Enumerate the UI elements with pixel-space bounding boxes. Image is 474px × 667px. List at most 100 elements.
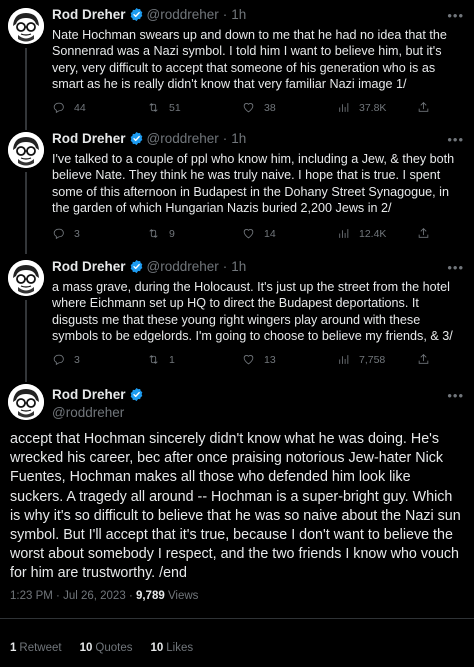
- author-name[interactable]: Rod Dreher: [52, 130, 126, 147]
- retweet-button[interactable]: 1: [147, 353, 242, 366]
- verified-badge-icon: [130, 7, 142, 22]
- quotes-label: Quotes: [95, 642, 133, 654]
- tweet-time: 1:23 PM: [10, 590, 53, 602]
- reply-button[interactable]: 3: [52, 353, 147, 366]
- like-button[interactable]: 13: [242, 353, 337, 366]
- tweet-time[interactable]: 1h: [231, 258, 246, 275]
- more-icon[interactable]: •••: [447, 388, 464, 403]
- avatar[interactable]: [8, 8, 44, 44]
- reply-button[interactable]: 44: [52, 101, 147, 114]
- thread-tweet[interactable]: Rod Dreher @roddreher · 1h ••• I've talk…: [0, 130, 474, 254]
- thread-tweet[interactable]: Rod Dreher @roddreher · 1h ••• a mass gr…: [0, 258, 474, 382]
- retweet-count: 51: [169, 101, 181, 114]
- avatar[interactable]: [8, 260, 44, 296]
- tweet-date: Jul 26, 2023: [63, 590, 126, 602]
- like-count: 38: [264, 101, 276, 114]
- quotes-stat[interactable]: 10 Quotes: [80, 642, 133, 654]
- author-name[interactable]: Rod Dreher: [52, 386, 126, 403]
- avatar[interactable]: [8, 132, 44, 168]
- retweet-icon: [149, 355, 158, 364]
- views-icon: [339, 355, 349, 364]
- views-count: 9,789: [135, 590, 165, 602]
- author-handle[interactable]: @roddreher: [147, 258, 219, 275]
- reply-button[interactable]: 3: [52, 227, 147, 240]
- verified-badge-icon: [130, 387, 142, 402]
- main-tweet-text: accept that Hochman sincerely didn't kno…: [10, 431, 461, 582]
- tweet-timestamp[interactable]: 1:23 PM · Jul 26, 2023 · 9,789 Views: [10, 590, 198, 602]
- views-button[interactable]: 7,758: [337, 353, 417, 366]
- author-name[interactable]: Rod Dreher: [52, 258, 126, 275]
- retweets-count: 1: [10, 642, 17, 654]
- views-label: Views: [167, 590, 199, 602]
- quotes-count: 10: [79, 642, 93, 654]
- retweet-button[interactable]: 9: [147, 227, 242, 240]
- likes-count: 10: [150, 642, 164, 654]
- tweet-time[interactable]: 1h: [231, 6, 246, 23]
- share-icon[interactable]: [417, 101, 430, 114]
- divider: [0, 618, 474, 619]
- thread-line: [25, 48, 27, 130]
- views-count: 12.4K: [359, 227, 387, 240]
- separator-dot: ·: [56, 590, 64, 602]
- avatar-image: [8, 132, 44, 168]
- like-button[interactable]: 14: [242, 227, 337, 240]
- more-icon[interactable]: •••: [447, 8, 464, 23]
- views-count: 37.8K: [359, 101, 387, 114]
- retweet-button[interactable]: 51: [147, 101, 242, 114]
- author-name[interactable]: Rod Dreher: [52, 6, 126, 23]
- more-icon[interactable]: •••: [447, 132, 464, 147]
- likes-label: Likes: [166, 642, 194, 654]
- thread-tweet[interactable]: Rod Dreher @roddreher · 1h ••• Nate Hoch…: [0, 6, 474, 130]
- engagement-stats: 1 Retweet 10 Quotes 10 Likes: [10, 642, 211, 654]
- main-tweet: Rod Dreher @roddreher ••• accept that Ho…: [0, 382, 474, 667]
- author-handle[interactable]: @roddreher: [147, 130, 219, 147]
- views-icon: [339, 229, 349, 238]
- share-icon[interactable]: [417, 227, 430, 240]
- more-icon[interactable]: •••: [447, 260, 464, 275]
- thread-line: [25, 172, 27, 254]
- author-handle[interactable]: @roddreher: [52, 404, 147, 421]
- share-icon[interactable]: [417, 353, 430, 366]
- views-count: 7,758: [359, 353, 386, 366]
- like-count: 13: [264, 353, 276, 366]
- reply-count: 3: [74, 353, 80, 366]
- retweet-icon: [149, 103, 158, 112]
- avatar-image: [8, 384, 44, 420]
- like-icon: [243, 103, 254, 113]
- likes-stat[interactable]: 10 Likes: [150, 642, 193, 654]
- retweets-label: Retweet: [19, 642, 62, 654]
- tweet-text: I've talked to a couple of ppl who know …: [52, 152, 455, 216]
- separator-dot: ·: [222, 7, 228, 22]
- like-icon: [243, 355, 254, 365]
- reply-icon: [53, 228, 64, 240]
- tweet-time[interactable]: 1h: [231, 130, 246, 147]
- avatar-image: [8, 8, 44, 44]
- views-button[interactable]: 37.8K: [337, 101, 417, 114]
- like-count: 14: [264, 227, 276, 240]
- retweets-stat[interactable]: 1 Retweet: [10, 642, 62, 654]
- separator-dot: ·: [222, 259, 228, 274]
- separator-dot: ·: [222, 131, 228, 146]
- views-button[interactable]: 12.4K: [337, 227, 417, 240]
- verified-badge-icon: [130, 131, 142, 146]
- author-handle[interactable]: @roddreher: [147, 6, 219, 23]
- avatar[interactable]: [8, 384, 44, 420]
- thread-line: [25, 300, 27, 382]
- reply-icon: [53, 102, 64, 114]
- tweet-actions: 3 1 13 7,758: [52, 353, 430, 366]
- tweet-actions: 44 51 38 37.8K: [52, 101, 430, 114]
- like-button[interactable]: 38: [242, 101, 337, 114]
- tweet-text: a mass grave, during the Holocaust. It's…: [52, 280, 453, 344]
- tweet-actions: 3 9 14 12.4K: [52, 227, 430, 240]
- reply-count: 44: [74, 101, 86, 114]
- separator-dot: ·: [128, 590, 136, 602]
- reply-count: 3: [74, 227, 80, 240]
- like-icon: [243, 229, 254, 239]
- views-icon: [339, 103, 349, 112]
- avatar-image: [8, 260, 44, 296]
- verified-badge-icon: [130, 259, 142, 274]
- tweet-text: Nate Hochman swears up and down to me th…: [52, 28, 447, 92]
- reply-icon: [53, 354, 64, 366]
- retweet-count: 1: [169, 353, 175, 366]
- retweet-icon: [149, 229, 158, 238]
